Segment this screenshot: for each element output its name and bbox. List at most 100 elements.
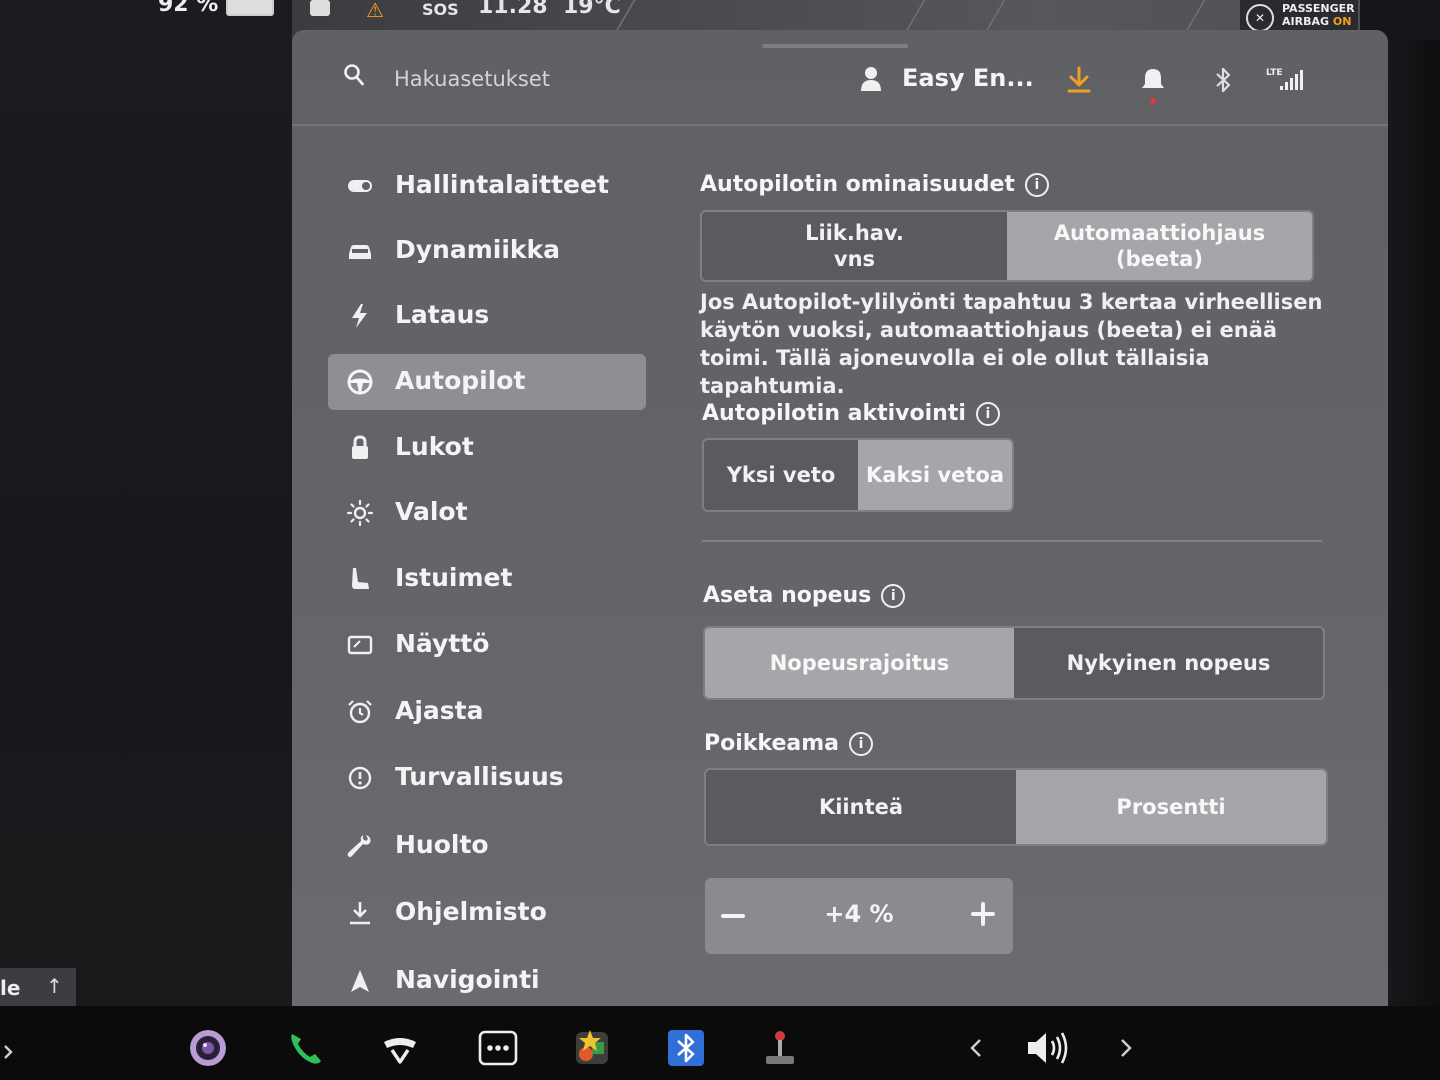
- features-segmented-control: Liik.hav. vns Automaattiohjaus (beeta): [700, 210, 1314, 282]
- svg-text:LTE: LTE: [1266, 68, 1283, 78]
- profile-icon[interactable]: [860, 66, 882, 92]
- info-icon[interactable]: i: [1024, 173, 1049, 197]
- sidebar-item-label: Ohjelmisto: [395, 897, 547, 926]
- sidebar-item-navigation[interactable]: Navigointi: [328, 953, 646, 1009]
- info-icon[interactable]: i: [849, 732, 873, 756]
- bluetooth-app-icon[interactable]: [666, 1028, 706, 1068]
- option-single-pull[interactable]: Yksi veto: [704, 440, 858, 510]
- sidebar-item-dynamics[interactable]: Dynamiikka: [328, 223, 646, 279]
- lte-signal-icon: LTE: [1266, 68, 1303, 90]
- autopilot-strike-description: Jos Autopilot-ylilyönti tapahtuu 3 kerta…: [700, 290, 1323, 398]
- toggle-icon: [348, 180, 372, 192]
- airbag-label-line2: AIRBAG: [1282, 15, 1330, 28]
- option-speed-limit[interactable]: Nopeusrajoitus: [705, 628, 1014, 698]
- more-apps-icon[interactable]: [478, 1028, 518, 1068]
- car-icon: [349, 245, 371, 259]
- sidebar-item-lights[interactable]: Valot: [328, 485, 646, 541]
- offset-segmented-control: Kiinteä Prosentti: [704, 768, 1328, 846]
- airbag-icon: ✕: [1246, 4, 1274, 32]
- sidebar-item-label: Turvallisuus: [395, 762, 564, 791]
- display-icon: [347, 635, 373, 655]
- sidebar-item-controls[interactable]: Hallintalaitteet: [328, 158, 646, 214]
- sidebar-item-label: Lataus: [395, 300, 490, 329]
- chevron-right-icon[interactable]: [0, 1040, 16, 1064]
- airbag-label-line1: PASSENGER: [1282, 2, 1355, 15]
- navigation-icon: [351, 970, 369, 992]
- section-title-features: Autopilotin ominaisuudet i: [700, 172, 1049, 197]
- bell-icon[interactable]: [1140, 66, 1166, 94]
- autopilot-wheel-icon[interactable]: [380, 1028, 420, 1068]
- map-background: [0, 0, 292, 1010]
- sidebar-item-label: Ajasta: [395, 696, 484, 725]
- section-title-set-speed: Aseta nopeus i: [703, 583, 906, 608]
- warning-icon: ⚠: [366, 0, 384, 22]
- sidebar-item-locks[interactable]: Lukot: [328, 420, 646, 476]
- bluetooth-icon[interactable]: [1210, 66, 1236, 94]
- settings-header: Easy En... LTE: [292, 30, 1388, 126]
- settings-panel: Easy En... LTE Hallintalaitteet: [292, 30, 1388, 1010]
- lock-icon: [352, 435, 368, 459]
- sidebar-item-display[interactable]: Näyttö: [328, 617, 646, 673]
- phone-key-icon: [310, 0, 330, 16]
- section-divider: [702, 540, 1322, 542]
- notification-dot: [1150, 98, 1156, 104]
- sidebar-item-software[interactable]: Ohjelmisto: [328, 885, 646, 941]
- toybox-joystick-icon[interactable]: [760, 1028, 800, 1068]
- download-icon: [350, 902, 370, 925]
- driver-profile-name[interactable]: Easy En...: [902, 64, 1034, 92]
- alert-circle-icon: [348, 766, 372, 790]
- screen-bezel: [1388, 40, 1440, 1010]
- seat-icon: [352, 568, 369, 589]
- set-speed-segmented-control: Nopeusrajoitus Nykyinen nopeus: [703, 626, 1325, 700]
- steering-wheel-icon: [347, 369, 373, 395]
- clock: 11.28: [478, 0, 548, 19]
- phone-icon[interactable]: [286, 1028, 326, 1068]
- wrench-icon: [347, 835, 371, 857]
- sidebar-item-service[interactable]: Huolto: [328, 818, 646, 874]
- battery-percentage: 92 %: [158, 0, 219, 17]
- software-download-icon[interactable]: [1066, 66, 1092, 94]
- outside-temperature: 19°C: [563, 0, 621, 19]
- sidebar-item-label: Navigointi: [395, 965, 540, 994]
- camera-icon[interactable]: [188, 1028, 228, 1068]
- option-percentage[interactable]: Prosentti: [1016, 770, 1326, 844]
- lightning-icon: [352, 304, 367, 328]
- option-double-pull[interactable]: Kaksi vetoa: [858, 440, 1012, 510]
- battery-icon: [226, 0, 274, 16]
- volume-icon[interactable]: [1024, 1028, 1074, 1068]
- status-bar: 92 % ⚠ SOS 11.28 19°C ✕ PASSENGER AIRBAG…: [0, 0, 1440, 40]
- chevron-right-icon[interactable]: [1116, 1028, 1136, 1068]
- bottom-dock: [0, 1006, 1440, 1080]
- sidebar-item-schedule[interactable]: Ajasta: [328, 684, 646, 740]
- option-traffic-aware-cruise[interactable]: Liik.hav. vns: [702, 212, 1007, 280]
- option-fixed[interactable]: Kiinteä: [706, 770, 1016, 844]
- info-icon[interactable]: i: [975, 402, 1000, 426]
- airbag-state: ON: [1332, 15, 1352, 28]
- arrow-up-icon: ↑: [46, 974, 63, 998]
- info-icon[interactable]: i: [881, 584, 906, 608]
- arcade-app-icon[interactable]: [572, 1028, 612, 1068]
- sidebar-item-label: Näyttö: [395, 629, 490, 658]
- section-title-offset: Poikkeama i: [704, 731, 873, 756]
- search-input[interactable]: [392, 60, 696, 98]
- sidebar-item-label: Autopilot: [395, 366, 526, 395]
- sos-label: SOS: [422, 0, 459, 19]
- sidebar-item-seats[interactable]: Istuimet: [328, 551, 646, 607]
- sidebar-item-label: Valot: [395, 497, 468, 526]
- activation-segmented-control: Yksi veto Kaksi vetoa: [702, 438, 1014, 512]
- option-autosteer[interactable]: Automaattiohjaus (beeta): [1007, 212, 1312, 280]
- chevron-left-icon[interactable]: [966, 1028, 986, 1068]
- search-icon[interactable]: [344, 64, 364, 86]
- sidebar-item-label: Hallintalaitteet: [395, 170, 609, 199]
- section-title-activation: Autopilotin aktivointi i: [702, 401, 1000, 426]
- sidebar-item-autopilot[interactable]: Autopilot: [328, 354, 646, 410]
- sidebar-item-label: Lukot: [395, 432, 474, 461]
- sun-icon: [346, 500, 374, 526]
- sidebar-item-label: Huolto: [395, 830, 489, 859]
- sidebar-item-safety[interactable]: Turvallisuus: [328, 750, 646, 806]
- map-overlay-tab[interactable]: le ↑: [0, 968, 76, 1008]
- sidebar-item-label: Dynamiikka: [395, 235, 561, 264]
- option-current-speed[interactable]: Nykyinen nopeus: [1014, 628, 1323, 698]
- sidebar-item-charging[interactable]: Lataus: [328, 288, 646, 344]
- sidebar-item-label: Istuimet: [395, 563, 513, 592]
